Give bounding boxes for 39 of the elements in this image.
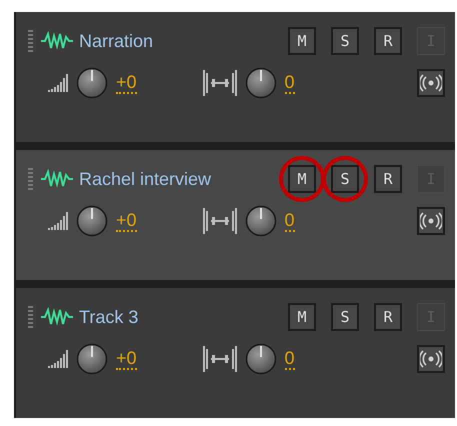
track-name[interactable]: Track 3 [79,304,138,330]
track-name[interactable]: Narration [79,28,154,54]
mute-button[interactable]: M [288,165,316,193]
mute-button[interactable]: M [288,27,316,55]
knob-icon[interactable] [76,343,108,375]
track-name[interactable]: Rachel interview [79,166,212,192]
volume-icon [48,350,70,368]
waveform-icon [41,169,73,189]
record-button[interactable]: R [374,165,402,193]
solo-button[interactable]: S [331,303,359,331]
pan-value[interactable]: 0 [284,210,295,232]
record-button[interactable]: R [374,303,402,331]
monitor-button[interactable] [417,207,445,235]
pan-icon [202,68,237,98]
knob-icon[interactable] [244,343,277,375]
volume-value[interactable]: +0 [116,72,137,94]
mute-button[interactable]: M [288,303,316,331]
volume-value[interactable]: +0 [116,210,137,232]
volume-value[interactable]: +0 [116,348,137,370]
solo-button[interactable]: S [331,27,359,55]
knob-icon[interactable] [244,67,277,99]
solo-button[interactable]: S [331,165,359,193]
knob-icon[interactable] [76,205,108,237]
grip-handle-icon[interactable] [28,306,33,328]
knob-icon[interactable] [76,67,108,99]
pan-icon [202,206,237,236]
pan-value[interactable]: 0 [284,348,295,370]
waveform-icon [41,31,73,51]
pan-value[interactable]: 0 [284,72,295,94]
pan-icon [202,344,237,374]
volume-icon [48,212,70,230]
volume-icon [48,74,70,92]
grip-handle-icon[interactable] [28,30,33,52]
waveform-icon [41,307,73,327]
knob-icon[interactable] [244,205,277,237]
monitor-button[interactable] [417,345,445,373]
record-button[interactable]: R [374,27,402,55]
grip-handle-icon[interactable] [28,168,33,190]
monitor-button[interactable] [417,69,445,97]
